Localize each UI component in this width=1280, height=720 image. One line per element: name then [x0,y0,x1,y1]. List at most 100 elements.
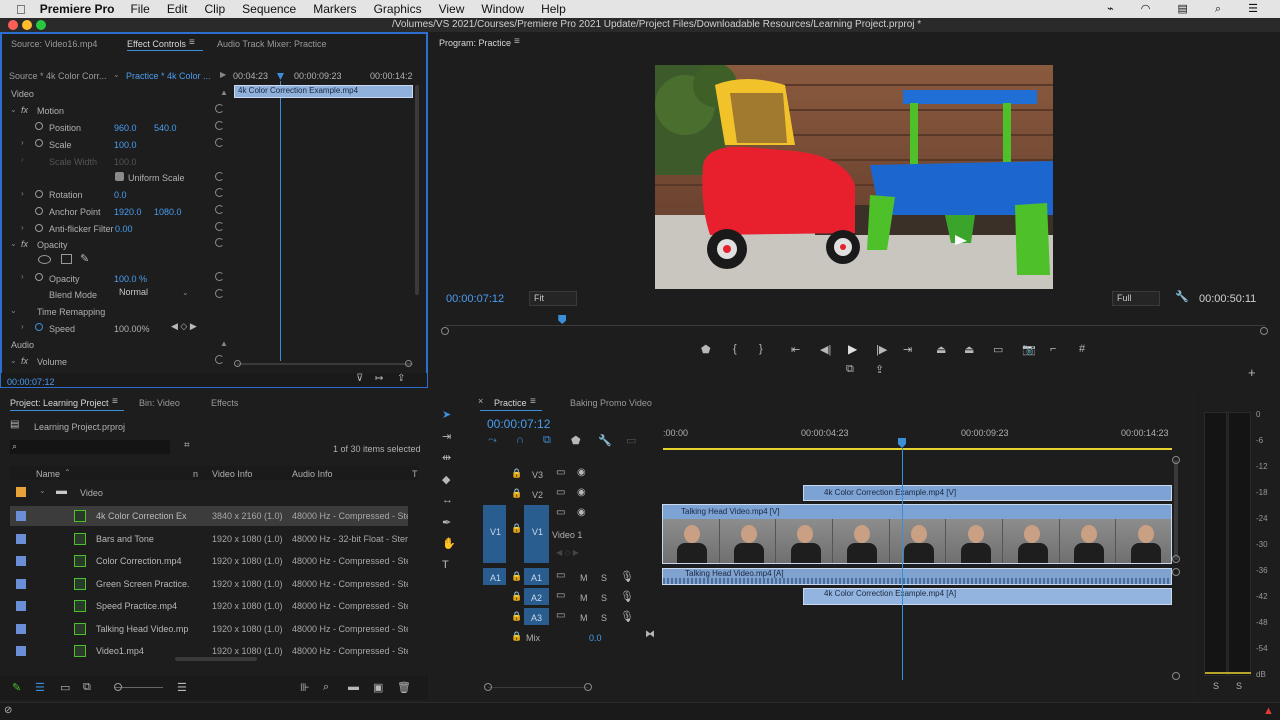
timeline-horizontal-scrollbar[interactable] [488,687,588,688]
tab-effect-controls[interactable]: Effect Controls [127,39,186,49]
zoom-handle-right[interactable] [405,360,412,367]
column-video-info[interactable]: Video Info [212,469,252,479]
new-item-icon[interactable]: ▣ [373,681,383,694]
hand-tool-icon[interactable]: ✋ [442,537,456,550]
stopwatch-icon[interactable] [35,323,43,331]
close-window-button[interactable] [8,20,18,30]
collapse-icon[interactable]: ▲ [220,88,228,97]
menu-sequence[interactable]: Sequence [242,2,296,16]
project-search-input[interactable] [10,440,170,454]
menu-graphics[interactable]: Graphics [374,2,422,16]
add-marker-icon[interactable]: ⬟ [571,434,581,447]
ec-zoom-bar[interactable] [237,363,413,365]
disclosure-icon[interactable]: ⌄ [10,105,17,114]
position-x-value[interactable]: 960.0 [114,123,137,133]
eye-icon[interactable]: ◉ [577,507,586,518]
disclosure-icon[interactable]: › [21,322,24,331]
play-only-icon[interactable]: ↦ [375,373,383,384]
slider-thumb[interactable] [114,683,122,691]
menu-view[interactable]: View [439,2,465,16]
zoom-handle-left[interactable] [484,683,492,691]
track-v2-label[interactable]: V2 [532,490,543,500]
rotation-value[interactable]: 0.0 [114,190,127,200]
safe-margins-icon[interactable]: # [1079,343,1085,355]
disclosure-icon[interactable]: › [21,138,24,147]
ripple-edit-tool-icon[interactable]: ⇹ [442,451,451,464]
sync-lock-icon[interactable]: ▭ [556,610,565,621]
automate-to-sequence-icon[interactable]: ⊪ [300,681,310,694]
video-tracks-scrollbar[interactable] [1174,460,1178,560]
tab-baking-promo-sequence[interactable]: Baking Promo Video [570,398,652,408]
zoom-handle[interactable] [1172,555,1180,563]
disclosure-icon[interactable]: › [21,189,24,198]
add-marker-icon[interactable]: ⬟ [701,343,711,356]
disclosure-icon[interactable]: ⌄ [10,356,17,365]
trash-icon[interactable]: 🗑 [397,681,411,694]
column-t[interactable]: T [412,469,418,479]
clip-v2-4k-color[interactable]: 4k Color Correction Example.mp4 [V] [803,485,1172,501]
step-forward-icon[interactable]: |▶ [876,343,887,356]
ec-clip-bar[interactable]: 4k Color Correction Example.mp4 [234,85,413,98]
ec-playhead[interactable] [277,73,284,80]
sequence-clip-dropdown[interactable]: Practice * 4k Color ... [126,71,211,81]
thumbnail-size-slider[interactable] [115,687,163,688]
add-button-icon[interactable]: + [1248,365,1256,380]
tab-practice-sequence[interactable]: Practice [494,398,527,408]
project-item-row[interactable]: Bars and Tone 1920 x 1080 (1.0) 48000 Hz… [10,529,408,549]
ec-timecode[interactable]: 00:00:07:12 [7,377,55,387]
speed-value[interactable]: 100.00% [114,324,150,334]
sync-lock-icon[interactable]: ▭ [556,507,565,518]
reset-icon[interactable] [215,172,224,181]
column-audio-info[interactable]: Audio Info [292,469,333,479]
column-n[interactable]: n [193,469,198,479]
project-item-row[interactable]: Color Correction.mp4 1920 x 1080 (1.0) 4… [10,551,408,571]
stopwatch-icon[interactable] [35,273,43,281]
zoom-handle-right[interactable] [584,683,592,691]
stopwatch-icon[interactable] [35,224,43,232]
eye-icon[interactable]: ◉ [577,487,586,498]
ellipse-mask-icon[interactable] [38,255,51,264]
panel-menu-icon[interactable]: ≡ [189,37,195,48]
vr-video-icon[interactable]: ⧉ [846,363,854,376]
reset-icon[interactable] [215,188,224,197]
chevron-down-icon[interactable]: ⌄ [182,288,189,297]
reset-icon[interactable] [215,222,224,231]
microphone-icon[interactable]: 🎙 [620,610,634,623]
warning-icon[interactable]: ▲ [1263,705,1274,717]
lock-icon[interactable]: 🔒 [511,631,522,642]
background-task-icon[interactable]: ⊘ [4,705,12,716]
solo-button[interactable]: S [601,613,607,623]
sync-lock-icon[interactable]: ▭ [556,487,565,498]
chevron-down-icon[interactable]: ⌄ [113,70,120,79]
source-clip-dropdown[interactable]: Source * 4k Color Corr... [9,71,107,81]
panel-menu-icon[interactable]: ≡ [530,396,536,407]
clip-v1-talking-head[interactable]: Talking Head Video.mp4 [V] [662,504,1172,564]
disclosure-icon[interactable]: › [21,223,24,232]
tab-source[interactable]: Source: Video16.mp4 [11,39,97,49]
play-icon[interactable]: ▶ [848,342,857,356]
menu-markers[interactable]: Markers [313,2,356,16]
disclosure-icon[interactable]: › [21,272,24,281]
solo-right-button[interactable]: S [1236,681,1242,691]
captions-icon[interactable]: ▭ [626,434,636,447]
keyframe-navigation-icon[interactable]: ◀ ◇ ▶ [171,321,197,332]
opacity-value[interactable]: 100.0 % [114,274,147,284]
sync-lock-icon[interactable]: ▭ [556,467,565,478]
column-name[interactable]: Name [36,469,60,479]
position-y-value[interactable]: 540.0 [154,123,177,133]
play-only-clip-audio-icon[interactable]: ▶ [220,70,226,79]
tab-audio-track-mixer[interactable]: Audio Track Mixer: Practice [217,39,327,49]
tab-project[interactable]: Project: Learning Project [10,398,109,408]
minimize-window-button[interactable] [22,20,32,30]
timeline-playhead[interactable] [898,438,906,448]
stopwatch-icon[interactable] [35,139,43,147]
disclosure-icon[interactable]: ⌄ [10,306,17,315]
work-area-bar[interactable] [663,448,1172,450]
linked-selection-icon[interactable]: ⧉ [543,434,551,447]
scale-value[interactable]: 100.0 [114,140,137,150]
reset-icon[interactable] [215,272,224,281]
reset-icon[interactable] [215,138,224,147]
project-item-row[interactable]: Talking Head Video.mp 1920 x 1080 (1.0) … [10,619,408,639]
lock-icon[interactable]: 🔒 [511,468,522,479]
type-tool-icon[interactable]: T [442,559,449,571]
